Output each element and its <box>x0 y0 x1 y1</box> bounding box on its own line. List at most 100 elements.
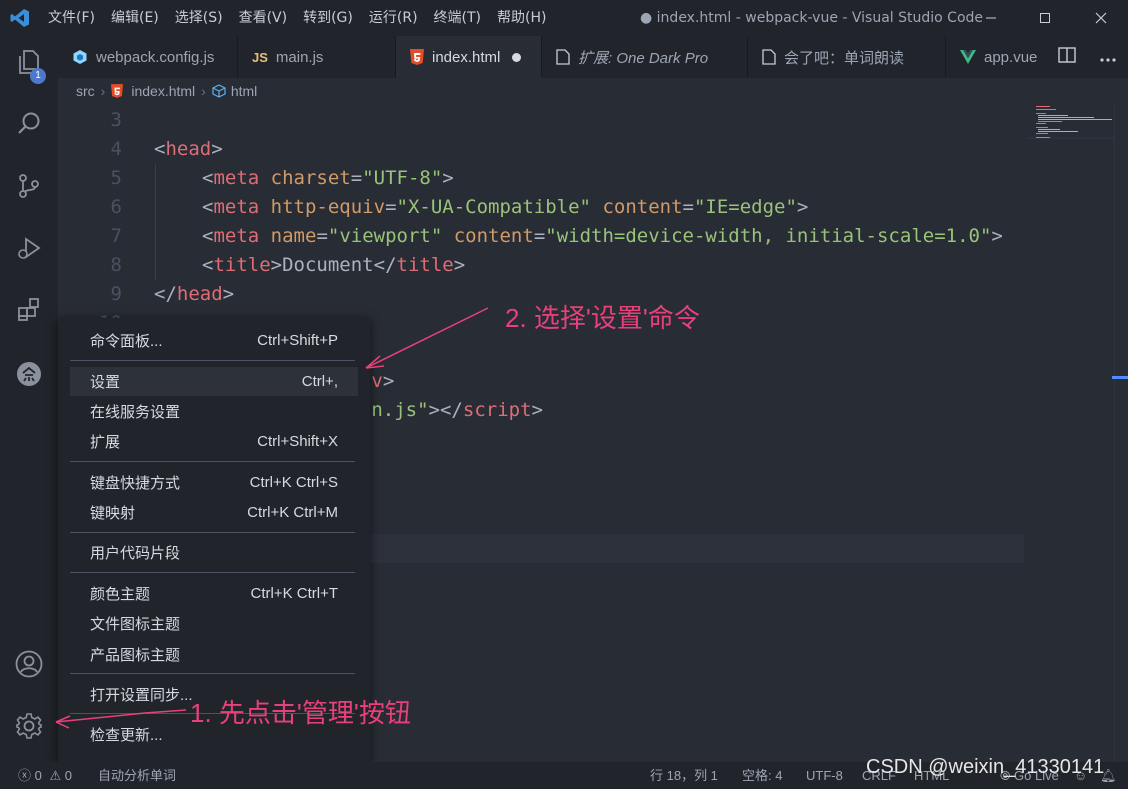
html5-icon <box>410 49 424 65</box>
explorer-badge: 1 <box>30 68 46 84</box>
menu-item-label: 键盘快捷方式 <box>90 475 181 492</box>
minimap[interactable] <box>1028 104 1114 762</box>
close-button[interactable] <box>1078 0 1124 36</box>
menu-item-command-palette[interactable]: 命令面板... Ctrl+Shift+P <box>70 326 358 355</box>
word-reader-icon <box>15 360 43 392</box>
tab-label: webpack.config.js <box>96 48 215 66</box>
tab-extension-one-dark-pro[interactable]: 扩展: One Dark Pro <box>542 36 748 78</box>
menu-item-product-icon-theme[interactable]: 产品图标主题 <box>70 640 358 669</box>
menu-item-settings[interactable]: 设置 Ctrl+, <box>70 367 358 396</box>
word-reader-button[interactable] <box>0 352 58 400</box>
code-token: < <box>202 196 214 218</box>
code-token: "width=device-width, initial-scale=1.0" <box>545 225 992 247</box>
menu-item-label: 命令面板... <box>90 333 163 350</box>
tab-bar: webpack.config.js JS main.js index.html … <box>58 36 1128 78</box>
tab-webpack-config[interactable]: webpack.config.js <box>58 36 238 78</box>
menu-terminal[interactable]: 终端(T) <box>426 0 489 36</box>
menu-separator <box>70 532 355 533</box>
menu-file[interactable]: 文件(F) <box>40 0 103 36</box>
menu-view[interactable]: 查看(V) <box>231 0 296 36</box>
html5-icon <box>111 84 124 98</box>
word-reader-status[interactable]: 自动分析单词 <box>98 762 176 789</box>
breadcrumb-item[interactable]: html <box>231 83 257 99</box>
breadcrumb-item[interactable]: index.html <box>131 83 195 99</box>
code-token: = <box>316 225 328 247</box>
menu-item-label: 检查更新... <box>90 727 163 744</box>
more-actions-icon[interactable] <box>1099 48 1117 67</box>
activity-bar: 1 <box>0 36 58 762</box>
warning-icon: ⚠ <box>49 768 62 783</box>
tab-app-vue[interactable]: app.vue <box>946 36 1056 78</box>
vertical-scrollbar[interactable] <box>1114 104 1128 762</box>
tab-main-js[interactable]: JS main.js <box>238 36 396 78</box>
menu-item-user-snippets[interactable]: 用户代码片段 <box>70 538 358 567</box>
menu-item-label: 打开设置同步... <box>90 687 193 704</box>
menu-item-label: 文件图标主题 <box>90 616 181 633</box>
menu-go[interactable]: 转到(G) <box>295 0 361 36</box>
menu-item-shortcut: Ctrl+K Ctrl+M <box>247 504 338 521</box>
menu-help[interactable]: 帮助(H) <box>489 0 554 36</box>
run-debug-button[interactable] <box>0 226 58 274</box>
problems-indicator[interactable]: ⓧ 0 ⚠ 0 <box>18 762 72 789</box>
menu-item-online-services-settings[interactable]: 在线服务设置 <box>70 397 358 426</box>
source-control-icon <box>15 172 43 204</box>
tab-label: main.js <box>275 48 324 66</box>
menu-selection[interactable]: 选择(S) <box>167 0 231 36</box>
code-token: = <box>385 196 397 218</box>
code-line: 3 <box>58 106 1028 135</box>
menu-item-label: 颜色主题 <box>90 586 151 603</box>
menu-item-keymaps[interactable]: 键映射 Ctrl+K Ctrl+M <box>70 498 358 527</box>
menu-item-extensions[interactable]: 扩展 Ctrl+Shift+X <box>70 427 358 456</box>
unsaved-indicator[interactable] <box>512 52 522 62</box>
code-token: head <box>176 283 223 305</box>
menu-run[interactable]: 运行(R) <box>361 0 426 36</box>
line-number: 4 <box>110 138 122 160</box>
breadcrumb-item[interactable]: src <box>76 83 95 99</box>
code-token: "UTF-8" <box>362 167 443 189</box>
gear-icon <box>14 711 44 745</box>
code-token: > <box>531 399 543 421</box>
cursor-position[interactable]: 行 18，列 1 <box>650 762 718 789</box>
search-button[interactable] <box>0 102 58 150</box>
menu-separator <box>70 360 355 361</box>
code-token: </ <box>373 254 397 276</box>
menu-item-color-theme[interactable]: 颜色主题 Ctrl+K Ctrl+T <box>70 579 358 608</box>
menu-item-file-icon-theme[interactable]: 文件图标主题 <box>70 609 358 638</box>
webpack-icon <box>72 49 88 65</box>
line-number: 6 <box>110 196 122 218</box>
code-line: 8 <title>Document</title> <box>58 251 1028 280</box>
menu-item-shortcut: Ctrl+Shift+P <box>257 332 338 349</box>
maximize-button[interactable] <box>1022 0 1068 36</box>
minimize-button[interactable] <box>968 0 1014 36</box>
code-token: script <box>462 399 532 421</box>
explorer-button[interactable]: 1 <box>0 40 58 88</box>
code-line: 4 <head> <box>58 135 1028 164</box>
code-token: < <box>154 138 166 160</box>
menu-item-keyboard-shortcuts[interactable]: 键盘快捷方式 Ctrl+K Ctrl+S <box>70 468 358 497</box>
code-token: head <box>165 138 212 160</box>
menu-edit[interactable]: 编辑(E) <box>103 0 167 36</box>
vscode-logo-icon <box>0 0 40 36</box>
accounts-button[interactable] <box>0 642 58 690</box>
manage-button[interactable] <box>0 704 58 752</box>
tab-index-html[interactable]: index.html <box>396 36 542 78</box>
split-editor-icon[interactable] <box>1057 47 1076 67</box>
editor-actions <box>1046 36 1128 78</box>
code-token: "IE=edge" <box>693 196 797 218</box>
indentation[interactable]: 空格: 4 <box>742 762 782 789</box>
code-token: > <box>382 370 395 392</box>
extensions-button[interactable] <box>0 288 58 336</box>
annotation-step-1: 1. 先点击'管理'按钮 <box>190 698 411 728</box>
file-icon <box>762 49 776 65</box>
tab-word-reader[interactable]: 会了吧：单词朗读 <box>748 36 946 78</box>
code-token: < <box>202 167 214 189</box>
code-token: name <box>270 225 317 247</box>
menu-separator <box>70 461 355 462</box>
code-text: <meta charset="UTF-8"> <box>202 164 454 193</box>
encoding[interactable]: UTF-8 <box>806 762 843 789</box>
line-number: 5 <box>110 167 122 189</box>
warning-count: 0 <box>64 768 73 783</box>
source-control-button[interactable] <box>0 164 58 212</box>
tab-label: index.html <box>432 48 501 66</box>
